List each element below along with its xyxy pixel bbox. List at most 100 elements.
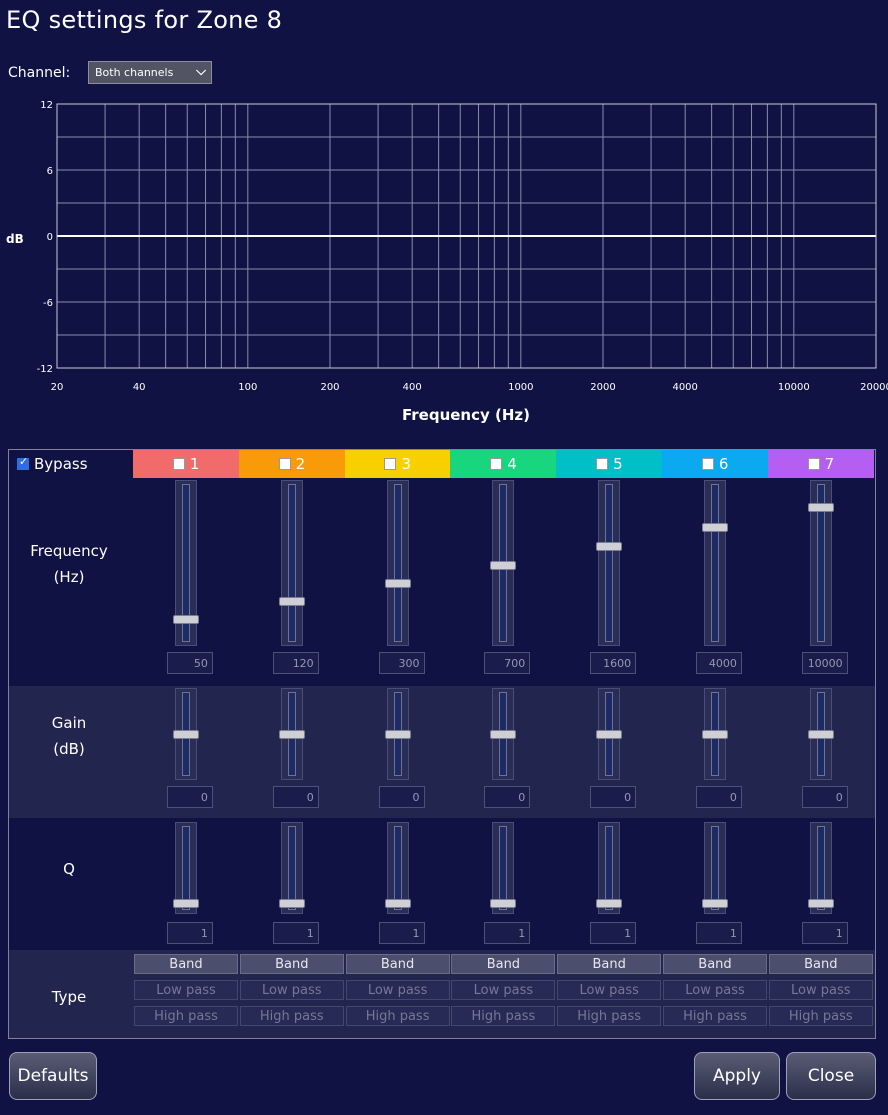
type-band-button[interactable]: Band (134, 954, 238, 974)
band-header-1[interactable]: 1 (133, 450, 240, 478)
slider-thumb[interactable] (490, 899, 517, 909)
slider-thumb[interactable] (384, 730, 411, 739)
type-lowpass-button[interactable]: Low pass (239, 980, 344, 1000)
type-lowpass-button[interactable]: Low pass (557, 980, 662, 1000)
q-value-field[interactable]: 1 (801, 922, 848, 944)
gain-slider-band-3[interactable] (384, 688, 411, 780)
type-band-button[interactable]: Band (451, 954, 556, 974)
gain-value-field[interactable]: 0 (272, 786, 319, 808)
type-highpass-button[interactable]: High pass (451, 1006, 556, 1026)
slider-thumb[interactable] (490, 560, 517, 570)
bypass-toggle[interactable]: Bypass (17, 455, 88, 473)
bypass-checkbox[interactable] (17, 455, 29, 470)
type-band-button[interactable]: Band (239, 954, 344, 974)
q-value-field[interactable]: 1 (272, 922, 319, 944)
slider-thumb[interactable] (172, 730, 199, 739)
q-slider-band-4[interactable] (490, 822, 517, 914)
band-enable-checkbox[interactable] (172, 458, 185, 470)
q-value-field[interactable]: 1 (378, 922, 425, 944)
band-header-2[interactable]: 2 (238, 450, 346, 478)
frequency-slider-band-1[interactable] (172, 480, 199, 646)
type-lowpass-button[interactable]: Low pass (134, 980, 238, 1000)
type-band-button[interactable]: Band (768, 954, 873, 974)
slider-thumb[interactable] (384, 578, 411, 588)
band-enable-checkbox[interactable] (384, 458, 397, 470)
gain-slider-band-2[interactable] (278, 688, 305, 780)
slider-thumb[interactable] (278, 597, 305, 606)
slider-thumb[interactable] (172, 615, 199, 625)
slider-thumb[interactable] (807, 502, 834, 512)
band-header-4[interactable]: 4 (450, 450, 557, 478)
q-slider-band-5[interactable] (596, 822, 623, 914)
frequency-slider-band-2[interactable] (278, 480, 305, 646)
frequency-value-field[interactable]: 1600 (590, 652, 637, 674)
defaults-button[interactable]: Defaults (9, 1052, 97, 1100)
q-value-field[interactable]: 1 (484, 922, 531, 944)
band-header-3[interactable]: 3 (344, 450, 451, 478)
apply-button[interactable]: Apply (694, 1052, 780, 1100)
channel-select[interactable]: Both channels ⌵ (88, 61, 212, 84)
gain-value-field[interactable]: 0 (166, 786, 213, 808)
type-highpass-button[interactable]: High pass (345, 1006, 450, 1026)
close-button[interactable]: Close (786, 1052, 876, 1100)
type-lowpass-button[interactable]: Low pass (451, 980, 556, 1000)
frequency-value-field[interactable]: 4000 (695, 652, 742, 674)
gain-slider-band-5[interactable] (596, 688, 623, 780)
gain-value-field[interactable]: 0 (695, 786, 742, 808)
q-slider-band-2[interactable] (278, 822, 305, 914)
frequency-value-field[interactable]: 120 (272, 652, 319, 674)
slider-thumb[interactable] (807, 730, 834, 739)
slider-thumb[interactable] (596, 730, 623, 739)
slider-thumb[interactable] (384, 899, 411, 909)
frequency-value-field[interactable]: 50 (166, 652, 213, 674)
type-highpass-button[interactable]: High pass (663, 1006, 767, 1026)
band-header-5[interactable]: 5 (556, 450, 663, 478)
band-header-7[interactable]: 7 (767, 450, 875, 478)
slider-thumb[interactable] (807, 899, 834, 909)
type-band-button[interactable]: Band (345, 954, 450, 974)
slider-thumb[interactable] (701, 522, 728, 532)
gain-slider-band-6[interactable] (701, 688, 728, 780)
q-slider-band-1[interactable] (172, 822, 199, 914)
q-slider-band-7[interactable] (807, 822, 834, 914)
type-lowpass-button[interactable]: Low pass (663, 980, 767, 1000)
type-band-button[interactable]: Band (557, 954, 662, 974)
gain-slider-band-4[interactable] (490, 688, 517, 780)
slider-thumb[interactable] (596, 899, 623, 909)
band-enable-checkbox[interactable] (807, 458, 820, 470)
band-header-6[interactable]: 6 (662, 450, 769, 478)
type-lowpass-button[interactable]: Low pass (768, 980, 873, 1000)
frequency-slider-band-4[interactable] (490, 480, 517, 646)
gain-value-field[interactable]: 0 (378, 786, 425, 808)
gain-slider-band-1[interactable] (172, 688, 199, 780)
type-highpass-button[interactable]: High pass (239, 1006, 344, 1026)
band-enable-checkbox[interactable] (278, 458, 291, 470)
frequency-slider-band-7[interactable] (807, 480, 834, 646)
slider-thumb[interactable] (701, 730, 728, 739)
q-slider-band-3[interactable] (384, 822, 411, 914)
type-highpass-button[interactable]: High pass (134, 1006, 238, 1026)
gain-value-field[interactable]: 0 (801, 786, 848, 808)
q-value-field[interactable]: 1 (590, 922, 637, 944)
type-band-button[interactable]: Band (663, 954, 767, 974)
q-slider-band-6[interactable] (701, 822, 728, 914)
band-enable-checkbox[interactable] (490, 458, 503, 470)
frequency-value-field[interactable]: 10000 (801, 652, 848, 674)
q-value-field[interactable]: 1 (166, 922, 213, 944)
slider-thumb[interactable] (701, 899, 728, 909)
type-highpass-button[interactable]: High pass (557, 1006, 662, 1026)
slider-thumb[interactable] (596, 542, 623, 552)
frequency-slider-band-5[interactable] (596, 480, 623, 646)
frequency-slider-band-6[interactable] (701, 480, 728, 646)
q-value-field[interactable]: 1 (695, 922, 742, 944)
gain-value-field[interactable]: 0 (590, 786, 637, 808)
gain-slider-band-7[interactable] (807, 688, 834, 780)
slider-thumb[interactable] (278, 730, 305, 739)
gain-value-field[interactable]: 0 (484, 786, 531, 808)
band-enable-checkbox[interactable] (701, 458, 714, 470)
frequency-slider-band-3[interactable] (384, 480, 411, 646)
frequency-value-field[interactable]: 700 (484, 652, 531, 674)
slider-thumb[interactable] (490, 730, 517, 739)
slider-thumb[interactable] (278, 899, 305, 909)
frequency-value-field[interactable]: 300 (378, 652, 425, 674)
